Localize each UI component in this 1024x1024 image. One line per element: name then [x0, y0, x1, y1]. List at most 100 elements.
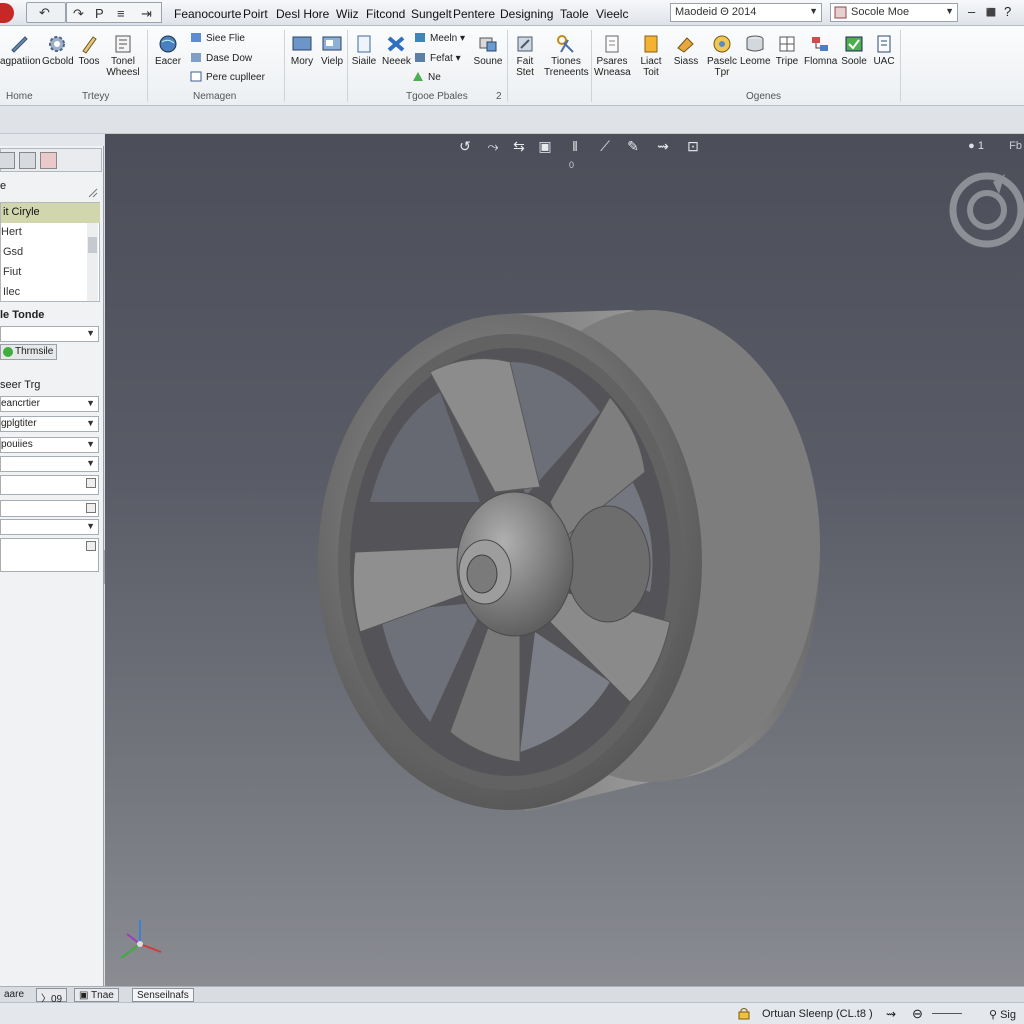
list-item[interactable]: Hert [1, 223, 87, 243]
list-scrollbar[interactable] [87, 223, 98, 301]
notes-field[interactable] [0, 538, 99, 572]
ribbon-button-eacer[interactable]: Eacer [152, 34, 184, 67]
expand-icon[interactable] [86, 541, 96, 551]
ribbon-button-fait-stet[interactable]: Fait Stet [510, 34, 540, 78]
ribbon-button-soune[interactable]: Soune [472, 34, 504, 67]
menu-item[interactable]: Feanocourte [174, 7, 241, 21]
setup-select[interactable]: eancrtier ▼ [0, 396, 99, 412]
restore-icon[interactable]: ⬛ [986, 8, 996, 17]
ribbon-button-vielp[interactable]: Vielp [318, 34, 346, 67]
ribbon-button-paselc-tpr[interactable]: Paselc Tpr [706, 34, 738, 78]
ribbon-button-siaile[interactable]: Siaile [350, 34, 378, 67]
minimize-icon[interactable]: – [968, 4, 975, 19]
status-zoom-value: Sig [1000, 1009, 1016, 1021]
list-item[interactable]: Fiut [1, 263, 87, 283]
ribbon-group-expand[interactable]: 2 [496, 91, 502, 102]
value-field[interactable] [0, 500, 99, 517]
ribbon-button-leome[interactable]: Leome [740, 34, 771, 67]
wheel-model[interactable] [310, 302, 830, 822]
ribbon-small-button[interactable]: Dase Dow [190, 52, 252, 64]
ribbon-button-tiones-treneents[interactable]: Tiones Treneents [544, 34, 589, 78]
chevron-down-icon[interactable]: ▼ [809, 6, 818, 16]
value-field[interactable] [0, 475, 99, 495]
ribbon-button-neeek[interactable]: Neeek [382, 34, 411, 67]
menu-item[interactable]: Vieelc [596, 7, 628, 21]
sheet-tab[interactable]: ▣ Tnae [74, 988, 119, 1002]
menu-item[interactable]: Sungelt [411, 7, 452, 21]
menu-item[interactable]: Fitcond [366, 7, 405, 21]
scrollbar-thumb[interactable] [88, 237, 97, 253]
ribbon: agpatiion Gcbold Toos Tonel Wheesl Eacer… [0, 26, 1024, 106]
browse-icon[interactable] [86, 503, 96, 513]
ribbon-small-button[interactable]: Fefat ▾ [414, 52, 461, 64]
edit-icon[interactable] [86, 478, 96, 488]
ribbon-button-psares-wneasa[interactable]: Psares Wneasa [594, 34, 631, 78]
menu-item[interactable]: Desl Hore [276, 7, 329, 21]
ribbon-small-button[interactable]: Pere cuplleer [190, 71, 265, 83]
value-select[interactable]: ▼ [0, 519, 99, 535]
rotate-icon[interactable]: ↺ [455, 138, 475, 156]
menu-item[interactable]: Poirt [243, 7, 268, 21]
ribbon-button-application[interactable]: agpatiion [0, 34, 41, 67]
ribbon-small-button[interactable]: Meeln ▾ [414, 32, 465, 44]
zoom-slider-icon[interactable]: ⊖ [912, 1006, 923, 1022]
compiler-icon [190, 71, 202, 82]
pan-icon[interactable]: ⤳ [483, 138, 503, 156]
group-divider [147, 30, 148, 102]
ribbon-button-tools[interactable]: Toos [76, 34, 102, 67]
sheet-tab[interactable]: 〉09 [36, 988, 68, 1005]
sketch-icon[interactable]: ✎ [623, 138, 643, 156]
setup-select[interactable]: gplgtiter ▼ [0, 416, 99, 432]
ribbon-button-tripe[interactable]: Tripe [774, 34, 800, 67]
model-viewport[interactable]: ↺ ⤳ ⇆ ▣ ‖ ⟋ ✎ ⇝ ⊡ 0 ● 1 Fb [105, 134, 1024, 986]
ribbon-small-button[interactable]: Siee Flie [190, 32, 245, 44]
ribbon-button-soole[interactable]: Soole [840, 34, 868, 67]
options-icon[interactable]: ≡ [117, 6, 125, 21]
redo-icon[interactable]: ↷ [73, 6, 84, 22]
ribbon-button-liact-toit[interactable]: Liact Toit [636, 34, 666, 78]
section-icon[interactable]: ‖ [565, 138, 585, 156]
panel-tab-tree[interactable] [0, 152, 15, 169]
camera-icon[interactable]: ▣ [535, 138, 555, 156]
thumbnail-button[interactable]: Thrmsile [0, 344, 57, 360]
chevron-down-icon[interactable]: ▼ [945, 6, 954, 16]
style-list[interactable]: it Ciryle Hert Gsd Fiut Ilec [0, 202, 100, 302]
search-input[interactable]: Socole Moe ▼ [830, 3, 958, 22]
list-item[interactable]: Ilec [1, 283, 87, 303]
zoom-slider[interactable] [932, 1013, 962, 1014]
ribbon-button-gcbold[interactable]: Gcbold [42, 34, 74, 67]
ribbon-button-uac[interactable]: UAC [870, 34, 898, 67]
panel-tab-appearance[interactable] [40, 152, 57, 169]
list-item[interactable]: Gsd [1, 243, 87, 263]
ribbon-button-siass[interactable]: Siass [672, 34, 700, 67]
quick-access-undo-button[interactable]: ↶ [26, 2, 66, 23]
help-icon[interactable]: ? [1004, 4, 1011, 19]
zoom-icon[interactable]: ⇆ [509, 138, 529, 156]
menu-item[interactable]: Designing [500, 7, 553, 21]
setup-select[interactable]: pouiies ▼ [0, 437, 99, 453]
orient-icon[interactable]: ⇝ [653, 138, 673, 156]
measure-icon[interactable]: ⟋ [595, 138, 615, 156]
ribbon-button-flomna[interactable]: Flomna [804, 34, 837, 67]
menu-item[interactable]: Pentere [453, 7, 495, 21]
app-logo-icon[interactable] [0, 3, 14, 23]
style-select[interactable]: ▼ [0, 326, 99, 342]
ribbon-group-label: Nemagen [193, 91, 237, 102]
view-orientation-icon[interactable] [947, 172, 1024, 248]
display-icon[interactable]: ⊡ [683, 138, 703, 156]
sheet-tab-active[interactable]: Senseilnafs [132, 988, 194, 1002]
document-name-field[interactable]: Maodeid Θ 2014 ▼ [670, 3, 822, 22]
menu-item[interactable]: Taole [560, 7, 589, 21]
ribbon-button-mory[interactable]: Mory [288, 34, 316, 67]
sync-icon[interactable]: ⇝ [886, 1007, 896, 1021]
pin-icon[interactable]: P [95, 6, 104, 21]
ribbon-button-tonel-wheel[interactable]: Tonel Wheesl [106, 34, 140, 78]
forward-icon[interactable]: ⇥ [141, 6, 152, 22]
setup-select[interactable]: ▼ [0, 456, 99, 472]
list-item[interactable]: it Ciryle [1, 203, 100, 223]
panel-tab-properties[interactable] [19, 152, 36, 169]
menu-item[interactable]: Wiiz [336, 7, 359, 21]
ribbon-small-button[interactable]: Ne [412, 71, 441, 83]
resize-grip-icon[interactable] [88, 188, 98, 198]
sheet-tab[interactable]: aare [0, 988, 28, 1002]
